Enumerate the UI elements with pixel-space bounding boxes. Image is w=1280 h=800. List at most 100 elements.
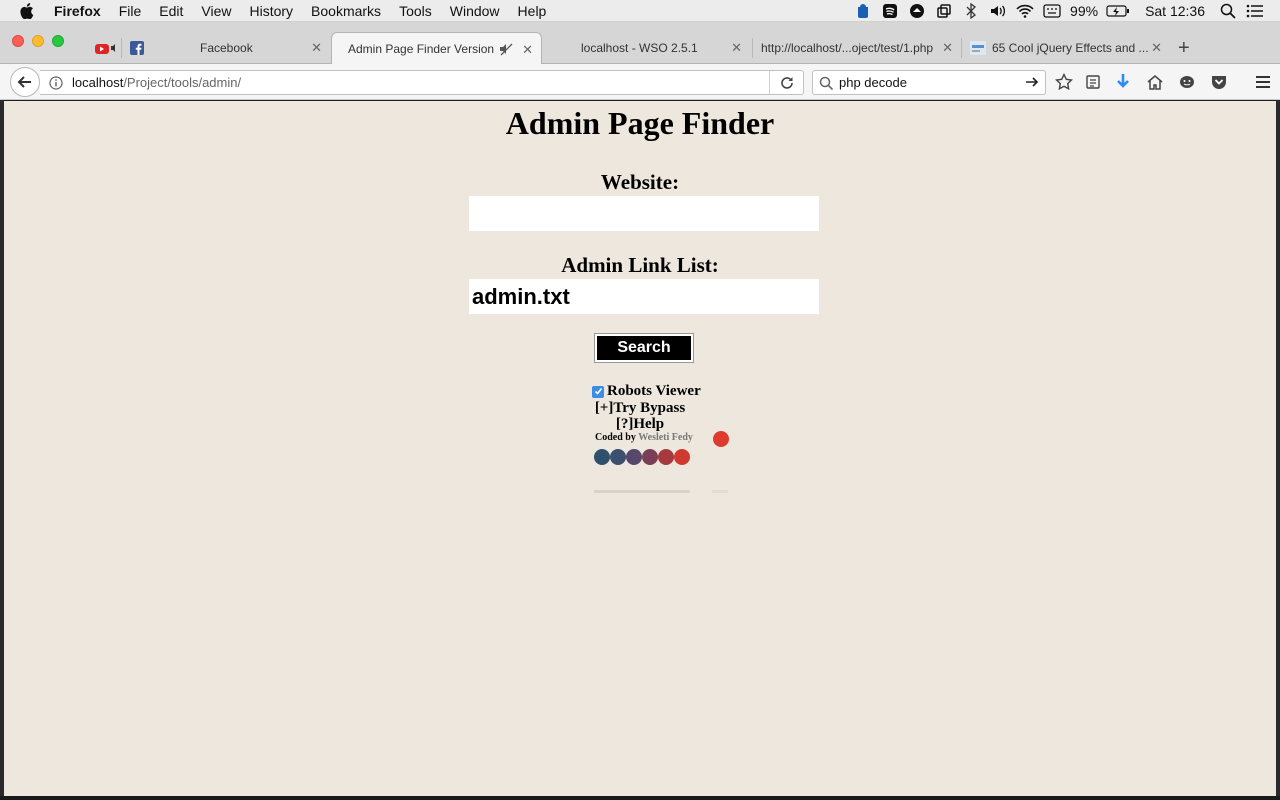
help-link[interactable]: [?]Help bbox=[4, 416, 1276, 433]
arrow-left-icon bbox=[17, 76, 31, 88]
author-name[interactable]: Wesleti Fedy bbox=[638, 432, 693, 443]
web-page: Admin Page Finder Website: Admin Link Li… bbox=[4, 101, 1276, 796]
menu-file[interactable]: File bbox=[119, 3, 142, 19]
notification-center-icon[interactable] bbox=[1246, 3, 1264, 19]
website-input[interactable] bbox=[469, 196, 819, 231]
tab-label: localhost - WSO 2.5.1 bbox=[581, 41, 698, 55]
dot-shadow bbox=[712, 490, 728, 493]
hello-chat-icon[interactable] bbox=[1177, 72, 1197, 92]
window-edge-left bbox=[0, 100, 4, 800]
coded-by-label: Coded by bbox=[595, 432, 636, 443]
menubar-clock[interactable]: Sat 12:36 bbox=[1145, 3, 1205, 19]
back-button[interactable] bbox=[10, 67, 40, 97]
tab-close-icon[interactable]: ✕ bbox=[731, 40, 742, 56]
bookmark-star-icon[interactable] bbox=[1054, 72, 1074, 92]
wifi-icon[interactable] bbox=[1016, 3, 1034, 19]
youtube-audio-icon bbox=[95, 44, 115, 54]
window-close-button[interactable] bbox=[12, 35, 24, 47]
site-info-icon[interactable] bbox=[48, 75, 64, 91]
color-dot bbox=[642, 449, 658, 465]
tab-localhost-test[interactable]: http://localhost/...oject/test/1.php ✕ bbox=[753, 32, 961, 64]
battery-icon[interactable] bbox=[1106, 3, 1130, 19]
color-dot bbox=[626, 449, 642, 465]
search-go-arrow-icon[interactable] bbox=[1025, 75, 1039, 89]
tab-jquery-effects[interactable]: 65 Cool jQuery Effects and ... ✕ bbox=[962, 32, 1170, 64]
tab-close-icon[interactable]: ✕ bbox=[522, 42, 533, 58]
window-edge-bottom bbox=[0, 796, 1280, 800]
bluetooth-icon[interactable] bbox=[962, 3, 980, 19]
menu-view[interactable]: View bbox=[201, 3, 231, 19]
tab-label: Facebook bbox=[200, 41, 253, 55]
tab-label: 65 Cool jQuery Effects and ... bbox=[992, 41, 1149, 55]
url-host: localhost bbox=[72, 75, 124, 90]
search-icon[interactable] bbox=[819, 76, 833, 90]
window-minimize-button[interactable] bbox=[32, 35, 44, 47]
robots-viewer-checkbox[interactable] bbox=[592, 385, 604, 398]
dots-shadow bbox=[594, 490, 690, 493]
color-dot bbox=[610, 449, 626, 465]
volume-icon[interactable] bbox=[989, 3, 1007, 19]
menu-tools[interactable]: Tools bbox=[399, 3, 432, 19]
pocket-icon[interactable] bbox=[1209, 72, 1229, 92]
apple-menu-icon[interactable] bbox=[20, 2, 40, 19]
evernote-icon[interactable] bbox=[854, 3, 872, 19]
page-title: Admin Page Finder bbox=[505, 105, 775, 141]
search-button[interactable]: Search bbox=[594, 333, 694, 363]
robots-viewer-option: Robots Viewer bbox=[592, 383, 701, 400]
search-query: php decode bbox=[839, 75, 907, 90]
url-bar[interactable]: localhost/Project/tools/admin/ bbox=[40, 70, 804, 95]
macos-menubar: Firefox File Edit View History Bookmarks… bbox=[0, 0, 1280, 22]
tab-separator bbox=[121, 38, 122, 58]
window-zoom-button[interactable] bbox=[52, 35, 64, 47]
credits-line: Coded by Wesleti Fedy bbox=[595, 432, 693, 443]
facebook-icon bbox=[130, 41, 144, 55]
url-path: /Project/tools/admin/ bbox=[123, 75, 242, 90]
admin-link-list-input[interactable] bbox=[469, 279, 819, 314]
menu-bookmarks[interactable]: Bookmarks bbox=[311, 3, 381, 19]
color-dot bbox=[674, 449, 690, 465]
spotify-icon[interactable] bbox=[881, 3, 899, 19]
window-edge-right bbox=[1276, 100, 1280, 800]
menu-edit[interactable]: Edit bbox=[159, 3, 183, 19]
navigation-toolbar: localhost/Project/tools/admin/ php decod… bbox=[0, 64, 1280, 100]
tab-close-icon[interactable]: ✕ bbox=[311, 40, 322, 56]
website-label: Website: bbox=[600, 170, 680, 194]
color-dot bbox=[658, 449, 674, 465]
tab-label: http://localhost/...oject/test/1.php bbox=[761, 41, 934, 55]
reload-button[interactable] bbox=[769, 71, 803, 94]
admin-link-list-label: Admin Link List: bbox=[561, 253, 719, 277]
checkmark-icon bbox=[594, 388, 602, 395]
battery-percent: 99% bbox=[1070, 3, 1099, 19]
tab-close-icon[interactable]: ✕ bbox=[942, 40, 953, 56]
try-bypass-link[interactable]: [+]Try Bypass bbox=[4, 400, 1276, 417]
reload-icon bbox=[780, 76, 793, 89]
download-icon[interactable] bbox=[1113, 72, 1133, 92]
plus-icon: + bbox=[1178, 36, 1190, 59]
menu-history[interactable]: History bbox=[249, 3, 293, 19]
new-tab-button[interactable]: + bbox=[1178, 32, 1200, 64]
screen-share-icon[interactable] bbox=[935, 3, 953, 19]
tab-label: Admin Page Finder Version bbox=[348, 42, 495, 56]
menu-help[interactable]: Help bbox=[518, 3, 547, 19]
color-dot bbox=[594, 449, 610, 465]
home-icon[interactable] bbox=[1145, 72, 1165, 92]
sync-icon[interactable] bbox=[908, 3, 926, 19]
tab-localhost-wso[interactable]: localhost - WSO 2.5.1 ✕ bbox=[545, 32, 750, 64]
search-bar[interactable]: php decode bbox=[812, 70, 1046, 95]
tab-admin-page-finder[interactable]: Admin Page Finder Version ✕ bbox=[331, 32, 542, 65]
tab-close-icon[interactable]: ✕ bbox=[1151, 40, 1162, 56]
robots-viewer-label: Robots Viewer bbox=[607, 383, 701, 399]
menu-app-firefox[interactable]: Firefox bbox=[54, 3, 101, 19]
tab-bar: Facebook ✕ Admin Page Finder Version ✕ l… bbox=[0, 22, 1280, 65]
menu-window[interactable]: Window bbox=[450, 3, 500, 19]
site-favicon-icon bbox=[970, 41, 986, 55]
floating-red-dot bbox=[713, 431, 729, 447]
keyboard-icon[interactable] bbox=[1043, 3, 1061, 19]
tab-facebook[interactable]: Facebook ✕ bbox=[130, 32, 330, 64]
status-menus: 99% Sat 12:36 bbox=[854, 0, 1280, 22]
reading-list-icon[interactable] bbox=[1083, 72, 1103, 92]
pinned-tab-youtube[interactable] bbox=[94, 32, 120, 64]
muted-audio-icon[interactable] bbox=[499, 42, 513, 56]
hamburger-menu-icon[interactable] bbox=[1253, 72, 1273, 92]
spotlight-search-icon[interactable] bbox=[1219, 3, 1237, 19]
